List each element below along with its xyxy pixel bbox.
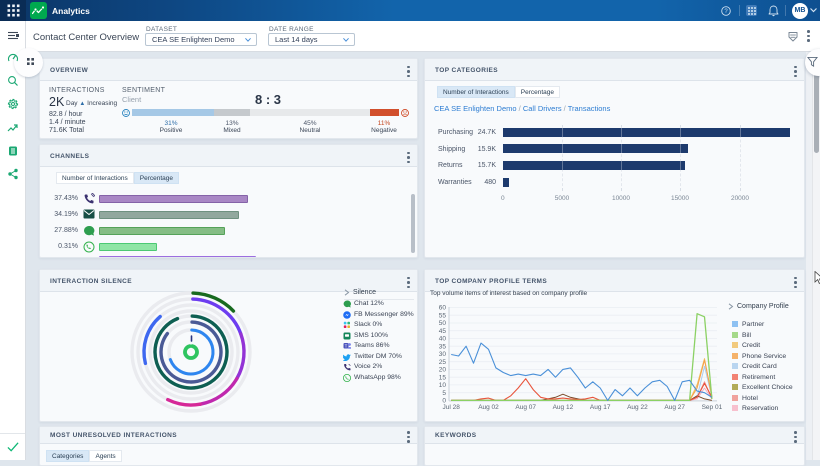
- svg-text:T: T: [345, 344, 348, 349]
- svg-text:Aug 12: Aug 12: [553, 404, 574, 411]
- svg-text:60: 60: [439, 305, 447, 312]
- svg-text:Aug 17: Aug 17: [590, 404, 611, 411]
- svg-text:40: 40: [439, 336, 447, 343]
- svg-text:25: 25: [439, 359, 447, 366]
- svg-text:45: 45: [439, 328, 447, 335]
- svg-text:55: 55: [439, 312, 447, 319]
- svg-text:35: 35: [439, 343, 447, 350]
- svg-text:Aug 02: Aug 02: [478, 404, 499, 411]
- svg-text:50: 50: [439, 320, 447, 327]
- svg-text:10: 10: [439, 382, 447, 389]
- svg-text:20: 20: [439, 367, 447, 374]
- svg-text:Aug 27: Aug 27: [664, 404, 685, 411]
- svg-text:Sep 01: Sep 01: [702, 404, 723, 411]
- svg-text:Jul 28: Jul 28: [443, 404, 461, 411]
- svg-text:Aug 22: Aug 22: [627, 404, 648, 411]
- svg-text:?: ?: [724, 9, 728, 15]
- svg-text:30: 30: [439, 351, 447, 358]
- svg-text:Aug 07: Aug 07: [515, 404, 536, 411]
- svg-text:15: 15: [439, 374, 447, 381]
- svg-text:5: 5: [442, 390, 446, 397]
